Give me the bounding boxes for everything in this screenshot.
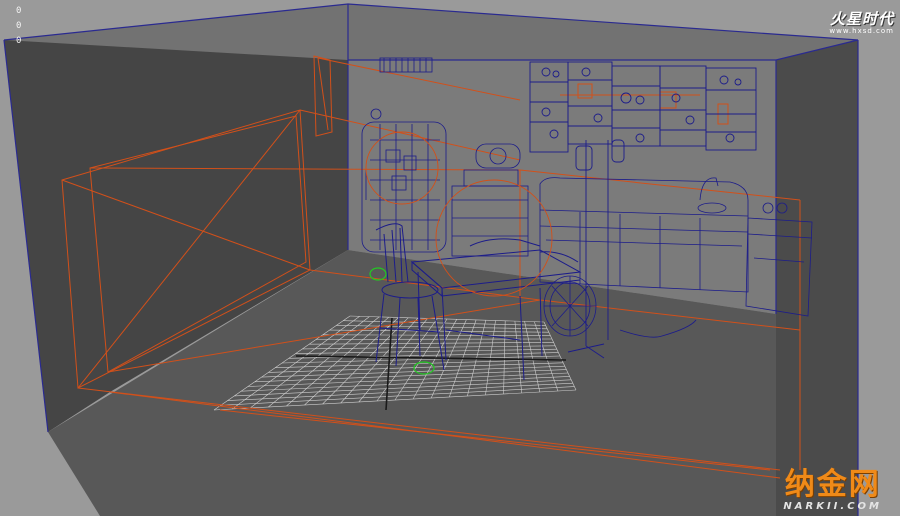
- narkii-logo-name: 纳金网: [784, 467, 881, 502]
- 3d-viewport[interactable]: 0 0 0 火星时代 www.hxsd.com 纳金网 NARKII.COM: [0, 0, 900, 516]
- right-wall: [776, 40, 858, 516]
- narkii-logo-url: NARKII.COM: [783, 501, 882, 512]
- hxsd-logo-name: 火星时代: [829, 10, 894, 28]
- narkii-watermark: 纳金网 NARKII.COM: [783, 467, 882, 513]
- axis-indicator-x: 0: [16, 6, 22, 16]
- axis-indicator-y: 0: [16, 21, 22, 31]
- wheel-wireframe: [543, 275, 597, 337]
- hxsd-logo-url: www.hxsd.com: [829, 27, 894, 35]
- axis-indicator: 0 0 0: [16, 4, 21, 49]
- hxsd-watermark: 火星时代 www.hxsd.com: [829, 8, 894, 35]
- axis-indicator-z: 0: [16, 36, 22, 46]
- scene-canvas[interactable]: [0, 0, 900, 516]
